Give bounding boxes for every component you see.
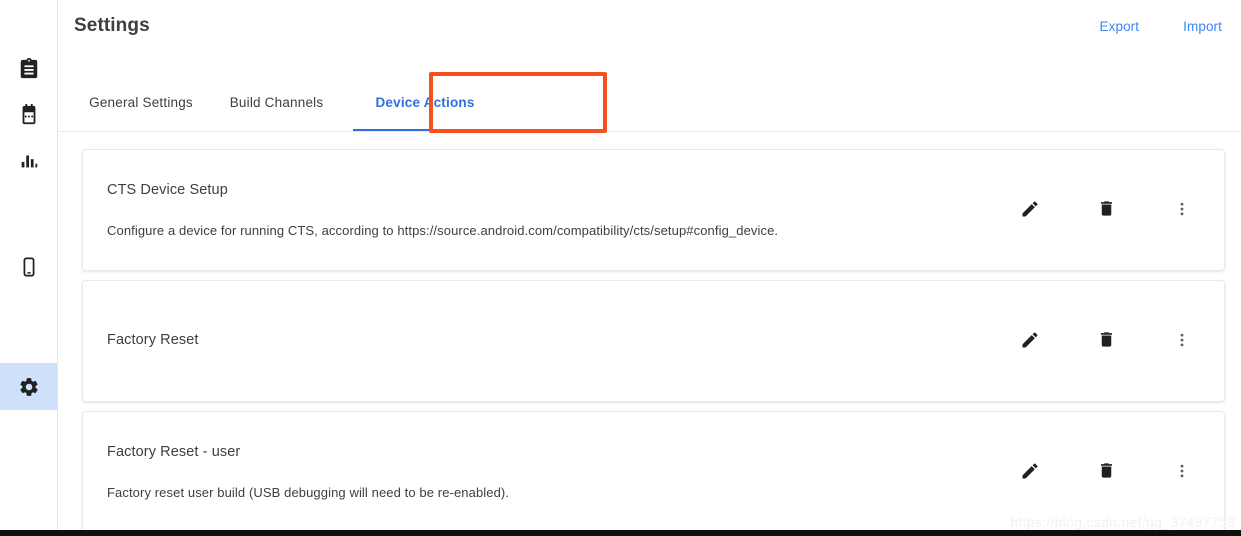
device-action-card[interactable]: Factory Reset [82, 280, 1225, 402]
export-button[interactable]: Export [1100, 19, 1140, 34]
device-action-buttons [994, 460, 1200, 484]
more-options-button[interactable] [1170, 198, 1194, 222]
device-action-description: Configure a device for running CTS, acco… [107, 222, 779, 238]
sidebar-item-test-plans[interactable] [0, 91, 57, 138]
edit-icon [1020, 461, 1040, 484]
device-action-card[interactable]: CTS Device Setup Configure a device for … [82, 149, 1225, 271]
device-action-title: CTS Device Setup [107, 181, 228, 198]
sidebar-item-devices[interactable] [0, 243, 57, 290]
device-action-buttons [994, 329, 1200, 353]
more-vert-icon [1173, 200, 1191, 221]
device-actions-list: CTS Device Setup Configure a device for … [82, 149, 1225, 536]
more-options-button[interactable] [1170, 329, 1194, 353]
clipboard-icon [18, 57, 40, 80]
delete-icon [1097, 461, 1116, 483]
sidebar-nav [0, 0, 58, 536]
calendar-icon [18, 103, 40, 126]
delete-button[interactable] [1094, 329, 1118, 353]
tab-bar: General Settings Build Channels Device A… [58, 74, 1241, 132]
device-action-text: CTS Device Setup Configure a device for … [107, 182, 994, 239]
delete-button[interactable] [1094, 460, 1118, 484]
device-action-description: Factory reset user build (USB debugging … [107, 484, 510, 500]
edit-icon [1020, 199, 1040, 222]
more-options-button[interactable] [1170, 460, 1194, 484]
device-action-text: Factory Reset - user Factory reset user … [107, 444, 994, 501]
sidebar-item-settings[interactable] [0, 363, 57, 410]
page-title: Settings [74, 15, 150, 36]
import-button[interactable]: Import [1183, 19, 1222, 34]
main-content: Settings Export Import General Settings … [58, 0, 1241, 536]
device-action-buttons [994, 198, 1200, 222]
sidebar-item-test-results[interactable] [0, 137, 57, 184]
delete-icon [1097, 199, 1116, 221]
gear-icon [18, 376, 40, 398]
device-action-title: Factory Reset - user [107, 443, 241, 460]
tab-device-actions[interactable]: Device Actions [345, 74, 505, 131]
edit-button[interactable] [1018, 198, 1042, 222]
settings-page: Settings Export Import General Settings … [0, 0, 1241, 536]
delete-icon [1097, 330, 1116, 352]
device-action-title: Factory Reset [107, 332, 199, 349]
device-icon [18, 256, 40, 278]
delete-button[interactable] [1094, 198, 1118, 222]
edit-button[interactable] [1018, 460, 1042, 484]
device-action-text: Factory Reset [107, 332, 994, 349]
tab-strip: General Settings Build Channels Device A… [74, 74, 505, 131]
bar-chart-icon [18, 150, 40, 172]
header-actions: Export Import [1100, 19, 1222, 34]
edit-button[interactable] [1018, 329, 1042, 353]
device-action-card[interactable]: Factory Reset - user Factory reset user … [82, 411, 1225, 533]
more-vert-icon [1173, 462, 1191, 483]
tab-build-channels[interactable]: Build Channels [208, 74, 345, 131]
edit-icon [1020, 330, 1040, 353]
tab-general-settings[interactable]: General Settings [74, 74, 208, 131]
more-vert-icon [1173, 331, 1191, 352]
bottom-edge-strip [0, 530, 1241, 536]
sidebar-item-test-runs[interactable] [0, 45, 57, 92]
